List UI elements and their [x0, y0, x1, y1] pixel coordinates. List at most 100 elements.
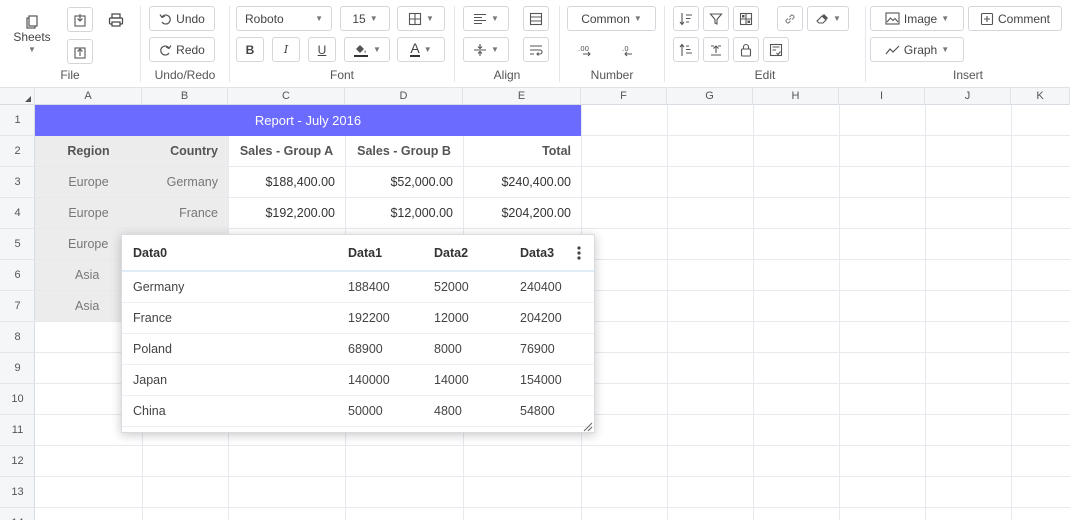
resize-handle-icon[interactable]	[581, 420, 593, 432]
align-group-label: Align	[493, 68, 521, 82]
header-cell-sales-b[interactable]: Sales - Group B	[345, 136, 463, 167]
increase-decimal-button[interactable]: .00	[572, 37, 598, 62]
popup-header-data0[interactable]: Data0	[133, 235, 167, 272]
number-group: Common ▼ .00 .0 Number	[560, 0, 664, 88]
row-header[interactable]: 3	[0, 167, 35, 198]
popup-row[interactable]: China 50000 4800 54800	[122, 396, 594, 427]
link-button[interactable]	[777, 6, 803, 31]
header-cell-sales-a[interactable]: Sales - Group A	[228, 136, 345, 167]
row-header[interactable]: 11	[0, 415, 35, 446]
row-header[interactable]: 14	[0, 508, 35, 520]
borders-icon	[408, 12, 422, 25]
column-header-j[interactable]: J	[925, 88, 1011, 105]
popup-cell-name: Germany	[133, 280, 185, 294]
column-header-h[interactable]: H	[753, 88, 839, 105]
italic-button[interactable]: I	[272, 37, 300, 62]
sort-ascending-button[interactable]	[673, 6, 699, 31]
popup-header-data2[interactable]: Data2	[434, 235, 468, 272]
cell-total[interactable]: $240,400.00	[463, 167, 581, 198]
insert-comment-button[interactable]: Comment	[968, 6, 1062, 31]
column-header-d[interactable]: D	[345, 88, 463, 105]
cell-sales-b[interactable]: $52,000.00	[345, 167, 463, 198]
row-header[interactable]: 2	[0, 136, 35, 167]
row-header[interactable]: 5	[0, 229, 35, 260]
chevron-down-icon: ▼	[941, 14, 950, 23]
freeze-button[interactable]	[703, 37, 729, 62]
clear-button[interactable]: ▼	[807, 6, 849, 31]
popup-header-data1[interactable]: Data1	[348, 235, 382, 272]
undo-button[interactable]: Undo	[149, 6, 215, 31]
column-header-e[interactable]: E	[463, 88, 581, 105]
popup-row[interactable]: Japan 140000 14000 154000	[122, 365, 594, 396]
column-header-b[interactable]: B	[142, 88, 228, 105]
row-header[interactable]: 9	[0, 353, 35, 384]
data-popup[interactable]: Data0 Data1 Data2 Data3 Germany 188400 5…	[121, 234, 595, 433]
merge-cells-button[interactable]	[523, 6, 549, 31]
insert-image-button[interactable]: Image ▼	[870, 6, 964, 31]
horizontal-align-button[interactable]: ▼	[463, 6, 509, 31]
column-header-c[interactable]: C	[228, 88, 345, 105]
sort-descending-button[interactable]	[673, 37, 699, 62]
header-cell-region[interactable]: Region	[35, 136, 142, 166]
row-header[interactable]: 6	[0, 260, 35, 291]
popup-header-data3[interactable]: Data3	[520, 235, 554, 272]
row-header[interactable]: 4	[0, 198, 35, 229]
export-button[interactable]	[67, 39, 93, 64]
column-header-f[interactable]: F	[581, 88, 667, 105]
grid-format-icon	[739, 12, 753, 25]
cell-region[interactable]: Europe	[35, 198, 142, 228]
select-all-corner[interactable]	[0, 88, 35, 105]
header-cell-country[interactable]: Country	[142, 136, 228, 166]
popup-row[interactable]: Germany 188400 52000 240400	[122, 272, 594, 303]
sheets-button[interactable]: Sheets ▼	[6, 10, 58, 58]
lock-button[interactable]	[733, 37, 759, 62]
cell-country[interactable]: Germany	[142, 167, 228, 197]
filter-button[interactable]	[703, 6, 729, 31]
column-header-g[interactable]: G	[667, 88, 753, 105]
cell-country[interactable]: France	[142, 198, 228, 228]
number-format-select[interactable]: Common ▼	[567, 6, 656, 31]
vertical-align-button[interactable]: ▼	[463, 37, 509, 62]
cell-sales-a[interactable]: $188,400.00	[228, 167, 345, 198]
sort-descending-icon	[679, 43, 692, 56]
column-header-k[interactable]: K	[1011, 88, 1070, 105]
font-family-select[interactable]: Roboto ▼	[236, 6, 332, 31]
wrap-text-button[interactable]	[523, 37, 549, 62]
header-cell-total[interactable]: Total	[463, 136, 581, 167]
row-header[interactable]: 1	[0, 105, 35, 136]
validation-button[interactable]	[763, 37, 789, 62]
cell-total[interactable]: $204,200.00	[463, 198, 581, 229]
decrease-decimal-button[interactable]: .0	[614, 37, 640, 62]
import-button[interactable]	[67, 7, 93, 32]
redo-label: Redo	[176, 42, 205, 57]
row-header[interactable]: 10	[0, 384, 35, 415]
cell-region[interactable]: Europe	[35, 167, 142, 197]
insert-graph-button[interactable]: Graph ▼	[870, 37, 964, 62]
column-header-i[interactable]: I	[839, 88, 925, 105]
report-title-cell[interactable]: Report - July 2016	[35, 105, 581, 136]
row-header[interactable]: 12	[0, 446, 35, 477]
comment-icon	[980, 12, 994, 25]
chevron-down-icon: ▼	[28, 44, 36, 54]
underline-button[interactable]: U	[308, 37, 336, 62]
row-header[interactable]: 13	[0, 477, 35, 508]
cell-sales-b[interactable]: $12,000.00	[345, 198, 463, 229]
redo-button[interactable]: Redo	[149, 37, 215, 62]
bold-label: B	[245, 42, 255, 57]
bold-button[interactable]: B	[236, 37, 264, 62]
column-header-a[interactable]: A	[35, 88, 142, 105]
text-color-button[interactable]: A ▼	[397, 37, 445, 62]
print-button[interactable]	[103, 7, 129, 32]
more-options-icon[interactable]	[572, 243, 586, 263]
font-size-select[interactable]: 15 ▼	[340, 6, 390, 31]
popup-row[interactable]: France 192200 12000 204200	[122, 303, 594, 334]
row-header[interactable]: 7	[0, 291, 35, 322]
chevron-down-icon: ▼	[941, 45, 950, 54]
cell-sales-a[interactable]: $192,200.00	[228, 198, 345, 229]
borders-button[interactable]: ▼	[397, 6, 445, 31]
cell-format-button[interactable]	[733, 6, 759, 31]
fill-color-button[interactable]: ▼	[344, 37, 390, 62]
svg-text:.0: .0	[622, 45, 629, 53]
row-header[interactable]: 8	[0, 322, 35, 353]
popup-row[interactable]: Poland 68900 8000 76900	[122, 334, 594, 365]
